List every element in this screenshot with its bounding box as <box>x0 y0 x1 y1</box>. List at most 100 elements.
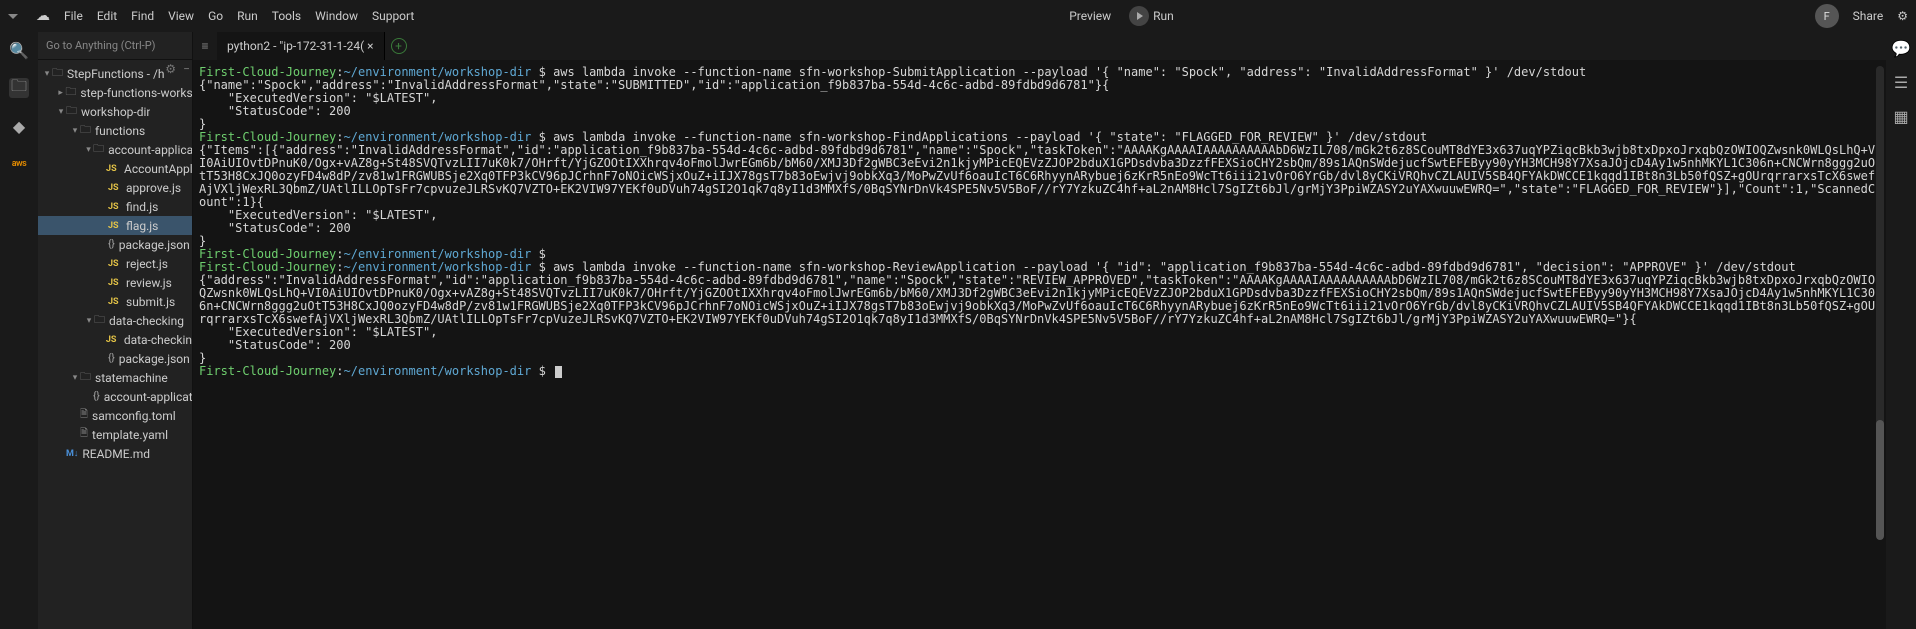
tree-item[interactable]: ▾🗀statemachine <box>38 368 192 387</box>
tree-item[interactable]: JSapprove.js <box>38 178 192 197</box>
terminal-cursor <box>555 366 562 378</box>
terminal-output-line: {"address":"InvalidAddressFormat","id":"… <box>199 274 1880 326</box>
tab-add[interactable]: + <box>385 32 413 60</box>
tree-item[interactable]: ▾🗀account-applicati <box>38 140 192 159</box>
share-button[interactable]: Share <box>1853 9 1884 23</box>
terminal-prompt-line: First-Cloud-Journey:~/environment/worksh… <box>199 365 1880 378</box>
js-file-icon: JS <box>108 202 122 212</box>
js-file-icon: JS <box>106 164 120 174</box>
tree-item-label: template.yaml <box>92 428 168 442</box>
tree-item[interactable]: JS reject.js <box>38 254 192 273</box>
js-file-icon: JS <box>108 183 122 193</box>
menu-item-view[interactable]: View <box>168 9 194 23</box>
tree-item-label: AccountApplica <box>124 162 192 176</box>
js-file-icon: JS <box>108 259 122 269</box>
tree-item-label: workshop-dir <box>81 105 150 119</box>
tree-item-label: reject.js <box>126 257 168 271</box>
terminal-output-line: "ExecutedVersion": "$LATEST", <box>199 92 1880 105</box>
file-icon: 🗎 <box>80 407 88 424</box>
scrollbar-thumb[interactable] <box>1876 420 1884 540</box>
run-group[interactable]: Run <box>1129 6 1174 26</box>
tree-item[interactable]: M↓ README.md <box>38 444 192 463</box>
tree-item[interactable]: ▾🗀workshop-dir <box>38 102 192 121</box>
js-file-icon: JS <box>106 335 120 345</box>
goto-anything-input[interactable]: Go to Anything (Ctrl-P) <box>38 32 192 60</box>
folder-icon[interactable]: 🗀 <box>9 78 29 98</box>
menu-item-window[interactable]: Window <box>315 9 358 23</box>
md-file-icon: M↓ <box>66 448 78 459</box>
menu-item-find[interactable]: Find <box>131 9 154 23</box>
tree-item[interactable]: JS data-checking.js <box>38 330 192 349</box>
folder-icon: 🗀 <box>66 102 77 121</box>
tree-item-label: data-checking.js <box>124 333 192 347</box>
aws-icon[interactable]: aws <box>9 154 29 174</box>
tree-settings-icon[interactable]: ⚙ <box>165 62 176 76</box>
file-icon: 🗎 <box>80 426 88 443</box>
tree-item[interactable]: {} account-applicatio <box>38 387 192 406</box>
left-activity-rail: 🔍 🗀 ◆ aws <box>0 32 38 629</box>
menu-item-edit[interactable]: Edit <box>97 9 117 23</box>
tree-item[interactable]: {} package.json <box>38 349 192 368</box>
scrollbar-track <box>1876 66 1884 446</box>
tree-item-label: account-applicatio <box>104 390 192 404</box>
cloud9-icon[interactable]: ☁ <box>36 8 50 24</box>
tree-item-label: package.json <box>119 238 190 252</box>
menu-item-run[interactable]: Run <box>237 9 258 23</box>
avatar[interactable]: F <box>1815 4 1839 28</box>
terminal-output-line: "StatusCode": 200 <box>199 222 1880 235</box>
preview-button[interactable]: Preview <box>1069 9 1111 23</box>
tree-collapse-icon[interactable]: − <box>183 62 190 76</box>
tree-item-label: README.md <box>82 447 150 461</box>
tree-item[interactable]: JS find.js <box>38 197 192 216</box>
terminal-output-line: "ExecutedVersion": "$LATEST", <box>199 209 1880 222</box>
tree-item-label: package.json <box>119 352 190 366</box>
terminal-tab[interactable]: python2 - "ip-172-31-1-24( × <box>217 32 385 60</box>
debug-icon[interactable]: ▦ <box>1891 106 1911 126</box>
tree-item-label: find.js <box>126 200 158 214</box>
tree-item-label: submit.js <box>126 295 175 309</box>
tree-item[interactable]: JSreview.js <box>38 273 192 292</box>
tree-item[interactable]: ▾🗀functions <box>38 121 192 140</box>
tree-item-label: samconfig.toml <box>92 409 176 423</box>
json-file-icon: {} <box>93 391 100 402</box>
menu-item-support[interactable]: Support <box>372 9 414 23</box>
tree-item[interactable]: {}package.json <box>38 235 192 254</box>
outline-icon[interactable]: ☰ <box>1891 72 1911 92</box>
search-icon[interactable]: 🔍 <box>9 40 29 60</box>
tab-title: python2 - "ip-172-31-1-24( × <box>227 39 374 53</box>
tree-item[interactable]: JSflag.js <box>38 216 192 235</box>
tree-item-label: statemachine <box>95 371 168 385</box>
tree-item-label: account-applicati <box>108 143 192 157</box>
file-explorer-sidebar: Go to Anything (Ctrl-P) ⚙ − ▾🗀StepFuncti… <box>38 32 193 629</box>
file-tree: ⚙ − ▾🗀StepFunctions - /h ▸🗀step-function… <box>38 60 192 629</box>
tab-bar: ≡ python2 - "ip-172-31-1-24( × + <box>193 32 1886 60</box>
json-file-icon: {} <box>108 353 115 364</box>
tree-item[interactable]: ▾🗀data-checking <box>38 311 192 330</box>
tree-item-label: data-checking <box>109 314 184 328</box>
tree-item[interactable]: ▸🗀step-functions-worksh <box>38 83 192 102</box>
tree-item[interactable]: JS submit.js <box>38 292 192 311</box>
gear-icon[interactable]: ⚙ <box>1897 9 1908 23</box>
tree-item[interactable]: 🗎 template.yaml <box>38 425 192 444</box>
right-rail: 💬 ☰ ▦ <box>1886 32 1916 629</box>
tree-item-label: flag.js <box>126 219 158 233</box>
tab-list-icon[interactable]: ≡ <box>193 32 217 60</box>
terminal-panel[interactable]: First-Cloud-Journey:~/environment/worksh… <box>193 60 1886 629</box>
js-file-icon: JS <box>108 297 122 307</box>
collaborate-icon[interactable]: 💬 <box>1891 38 1911 58</box>
menu-item-go[interactable]: Go <box>208 9 223 23</box>
terminal-output-line: {"Items":[{"address":"InvalidAddressForm… <box>199 144 1880 209</box>
folder-icon: 🗀 <box>93 140 104 159</box>
js-file-icon: JS <box>108 278 122 288</box>
tree-item[interactable]: 🗎 samconfig.toml <box>38 406 192 425</box>
terminal-output-line: "StatusCode": 200 <box>199 339 1880 352</box>
editor-main: ≡ python2 - "ip-172-31-1-24( × + First-C… <box>193 32 1886 629</box>
run-label: Run <box>1153 9 1174 23</box>
tree-item[interactable]: JS AccountApplica <box>38 159 192 178</box>
menu-dropdown-icon[interactable] <box>8 14 18 19</box>
menu-item-file[interactable]: File <box>64 9 83 23</box>
menu-item-tools[interactable]: Tools <box>272 9 301 23</box>
source-control-icon[interactable]: ◆ <box>9 116 29 136</box>
terminal-output-line: "ExecutedVersion": "$LATEST", <box>199 326 1880 339</box>
run-play-icon <box>1129 6 1149 26</box>
